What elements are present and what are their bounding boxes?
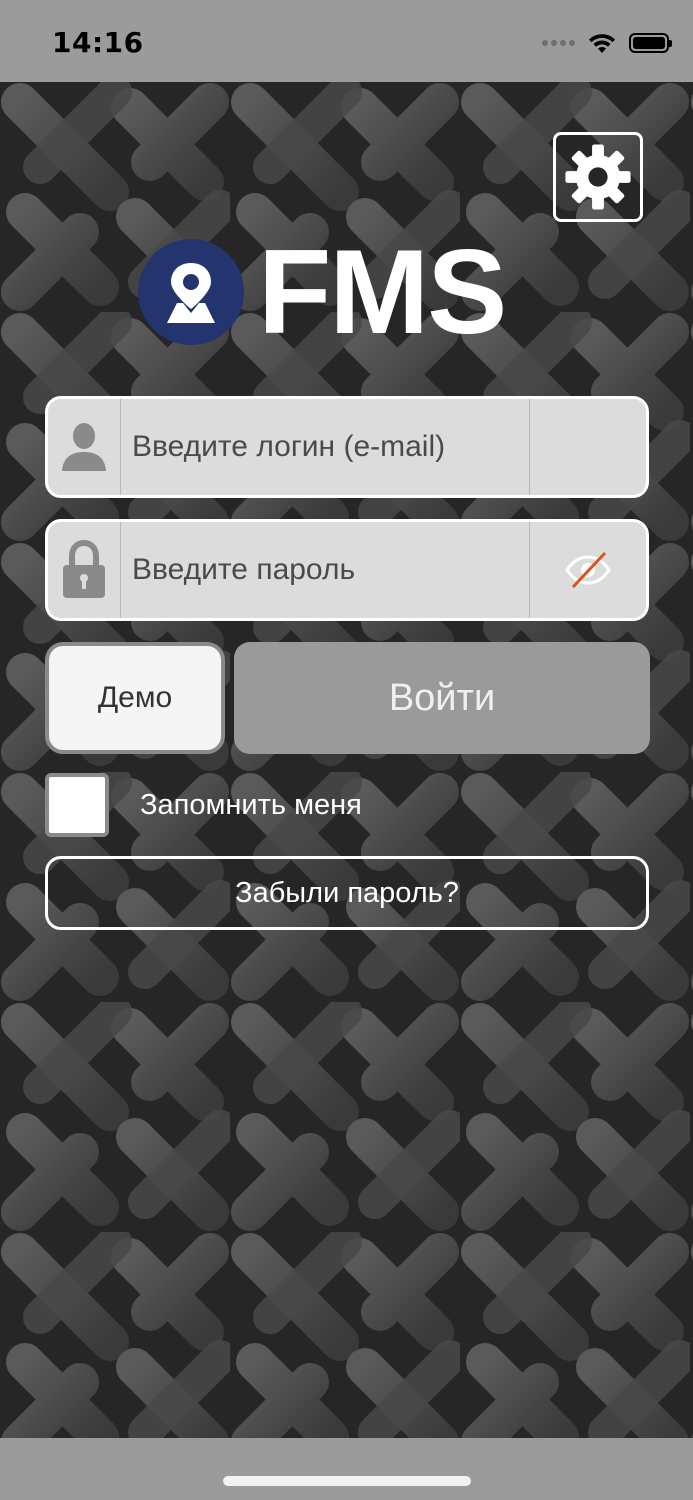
status-icons [542,30,672,56]
login-button[interactable]: Войти [234,642,650,754]
status-time: 14:16 [52,26,144,59]
logo-text: FMS [258,225,507,359]
gear-icon [565,144,631,210]
demo-button[interactable]: Демо [45,642,225,754]
home-indicator[interactable] [223,1476,471,1486]
forgot-password-button[interactable]: Забыли пароль? [45,856,649,930]
map-pin-icon [167,263,215,323]
lock-icon-box [48,522,121,618]
user-icon-box [48,399,121,495]
settings-button[interactable] [553,132,643,222]
bottom-bar [0,1438,693,1500]
status-bar: 14:16 [0,0,693,82]
user-icon [62,423,106,471]
login-field-trailing [529,399,646,495]
password-visibility-toggle[interactable] [529,522,646,618]
password-field[interactable] [45,519,649,621]
app-logo: FMS [138,225,507,359]
login-field[interactable] [45,396,649,498]
cellular-signal-icon [542,40,575,46]
password-input[interactable] [132,522,522,618]
login-input[interactable] [132,399,522,495]
eye-slash-icon [565,551,611,589]
battery-icon [629,33,672,53]
logo-badge [138,239,244,345]
remember-me-label[interactable]: Запомнить меня [140,789,362,822]
remember-me-checkbox[interactable] [45,773,109,837]
lock-icon [63,540,105,598]
wifi-icon [589,34,615,53]
